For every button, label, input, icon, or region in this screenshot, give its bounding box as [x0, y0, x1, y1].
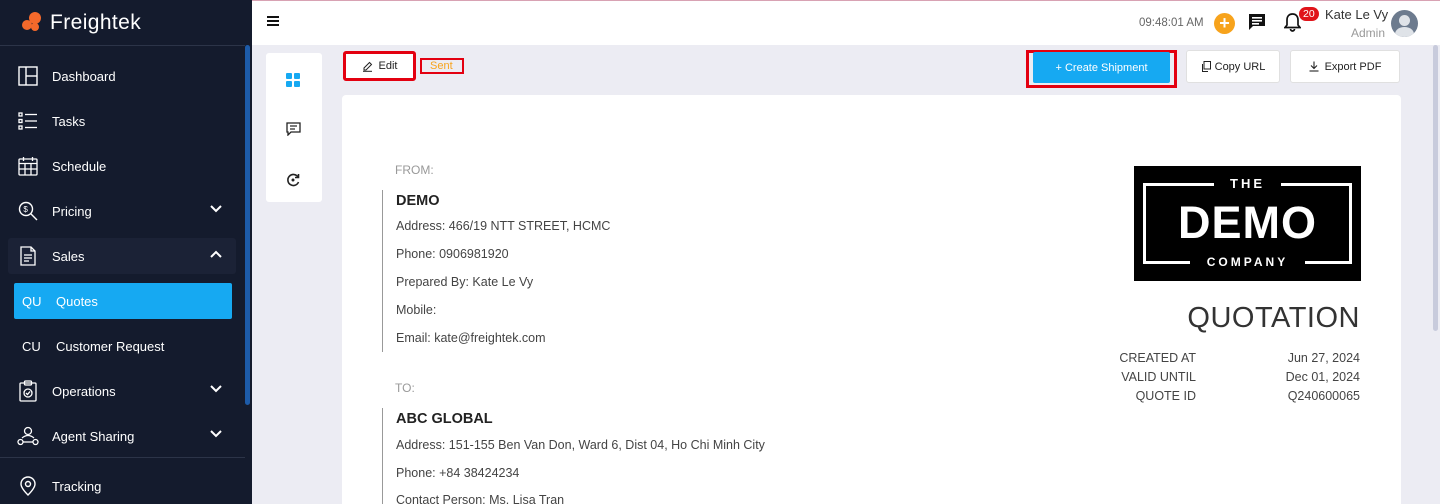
logo-text-company: COMPANY — [1206, 255, 1289, 269]
recipient-name: ABC GLOBAL — [396, 411, 493, 427]
status-badge: Sent — [420, 58, 464, 74]
dashboard-icon — [17, 65, 39, 87]
chevron-up-icon — [210, 250, 222, 258]
avatar[interactable] — [1391, 10, 1418, 37]
logo-text-demo: DEMO — [1178, 197, 1317, 248]
clock-time: 09:48:01 AM — [1139, 17, 1204, 29]
download-icon — [1309, 61, 1319, 72]
chevron-down-icon — [210, 385, 222, 393]
freightek-logo-icon — [20, 12, 44, 34]
history-icon[interactable] — [286, 173, 300, 187]
sidebar-item-label: Agent Sharing — [52, 428, 135, 444]
sidebar-item-agent-sharing[interactable]: Agent Sharing — [8, 418, 236, 454]
sidebar-item-abbr: CU — [22, 338, 41, 354]
sender-name: DEMO — [396, 193, 440, 209]
meta-label-created: CREATED AT — [1119, 351, 1196, 365]
sidebar-item-label: Sales — [52, 248, 85, 264]
location-pin-icon — [17, 475, 39, 497]
edit-button[interactable]: Edit — [343, 51, 416, 81]
user-name[interactable]: Kate Le Vy — [1325, 7, 1388, 22]
divider — [0, 45, 245, 46]
chat-icon[interactable] — [1248, 13, 1266, 31]
sidebar-item-schedule[interactable]: Schedule — [8, 148, 236, 184]
sender-address: Address: 466/19 NTT STREET, HCMC — [396, 219, 611, 233]
divider — [382, 408, 383, 504]
meta-value-created: Jun 27, 2024 — [1287, 351, 1360, 365]
chevron-down-icon — [210, 205, 222, 213]
sidebar-item-label: Quotes — [56, 293, 98, 309]
tasks-icon — [17, 110, 39, 132]
company-logo: THE DEMO COMPANY — [1134, 166, 1361, 281]
sender-phone: Phone: 0906981920 — [396, 247, 509, 261]
chevron-down-icon — [210, 430, 222, 438]
grid-view-icon[interactable] — [286, 73, 300, 87]
meta-label-quote-id: QUOTE ID — [1135, 389, 1196, 403]
create-shipment-button[interactable]: + Create Shipment — [1033, 52, 1170, 83]
sender-mobile: Mobile: — [396, 303, 437, 317]
export-pdf-label: Export PDF — [1324, 60, 1382, 73]
sidebar-item-pricing[interactable]: $ Pricing — [8, 193, 236, 229]
sidebar-item-label: Dashboard — [52, 68, 116, 84]
quote-side-panel — [266, 53, 322, 202]
copy-url-button[interactable]: Copy URL — [1186, 50, 1280, 83]
to-label: TO: — [395, 381, 415, 395]
copy-url-label: Copy URL — [1214, 60, 1266, 73]
recipient-contact: Contact Person: Ms. Lisa Tran — [396, 493, 565, 504]
clipboard-icon — [17, 380, 39, 402]
agent-sharing-icon — [17, 425, 39, 447]
edit-button-label: Edit — [378, 60, 398, 72]
sender-email: Email: kate@freightek.com — [396, 331, 546, 345]
document-title: QUOTATION — [1187, 302, 1360, 334]
meta-label-valid-until: VALID UNTIL — [1121, 370, 1196, 384]
svg-text:$: $ — [23, 205, 28, 214]
top-bar: 09:48:01 AM + 20 Kate Le Vy Admin — [252, 0, 1440, 45]
meta-value-quote-id: Q240600065 — [1287, 389, 1360, 403]
notification-count-badge: 20 — [1299, 7, 1319, 21]
recipient-address: Address: 151-155 Ben Van Don, Ward 6, Di… — [396, 438, 765, 452]
document-icon — [17, 245, 39, 267]
sidebar-item-tracking[interactable]: Tracking — [8, 468, 236, 504]
pricing-search-icon: $ — [17, 200, 39, 222]
sidebar-item-label: Schedule — [52, 158, 107, 174]
app-name: Freightek — [50, 11, 142, 34]
export-pdf-button[interactable]: Export PDF — [1290, 50, 1400, 83]
pencil-icon — [362, 61, 372, 72]
copy-icon — [1201, 61, 1211, 72]
hamburger-menu-icon[interactable] — [267, 15, 279, 27]
meta-value-valid-until: Dec 01, 2024 — [1285, 370, 1360, 384]
sidebar-item-dashboard[interactable]: Dashboard — [8, 58, 236, 94]
sidebar-item-abbr: QU — [22, 293, 42, 309]
app-logo[interactable]: Freightek — [20, 9, 141, 37]
calendar-icon — [17, 155, 39, 177]
sidebar-item-label: Pricing — [52, 203, 92, 219]
user-role: Admin — [1351, 26, 1386, 40]
sidebar-item-operations[interactable]: Operations — [8, 373, 236, 409]
divider — [0, 457, 245, 458]
sidebar-item-label: Operations — [52, 383, 116, 399]
sidebar-item-sales[interactable]: Sales — [8, 238, 236, 274]
recipient-phone: Phone: +84 38424234 — [396, 466, 520, 480]
sidebar-item-label: Tracking — [52, 478, 102, 494]
sidebar-item-tasks[interactable]: Tasks — [8, 103, 236, 139]
main-scrollbar[interactable] — [1433, 45, 1438, 331]
sidebar: Freightek Dashboard Tasks Schedule $ Pri… — [0, 0, 252, 504]
sidebar-item-label: Tasks — [52, 113, 86, 129]
quotation-document: FROM: DEMO Address: 466/19 NTT STREET, H… — [342, 95, 1401, 504]
sidebar-item-label: Customer Request — [56, 338, 165, 354]
sender-prepared-by: Prepared By: Kate Le Vy — [396, 275, 534, 289]
logo-text-the: THE — [1230, 176, 1265, 191]
comment-icon[interactable] — [286, 122, 301, 136]
divider — [382, 190, 383, 352]
from-label: FROM: — [395, 163, 434, 177]
quick-add-button[interactable]: + — [1214, 13, 1235, 34]
sidebar-scrollbar[interactable] — [245, 45, 250, 405]
sidebar-item-customer-request[interactable]: CU Customer Request — [8, 328, 236, 364]
sidebar-item-quotes[interactable]: QU Quotes — [14, 283, 232, 319]
